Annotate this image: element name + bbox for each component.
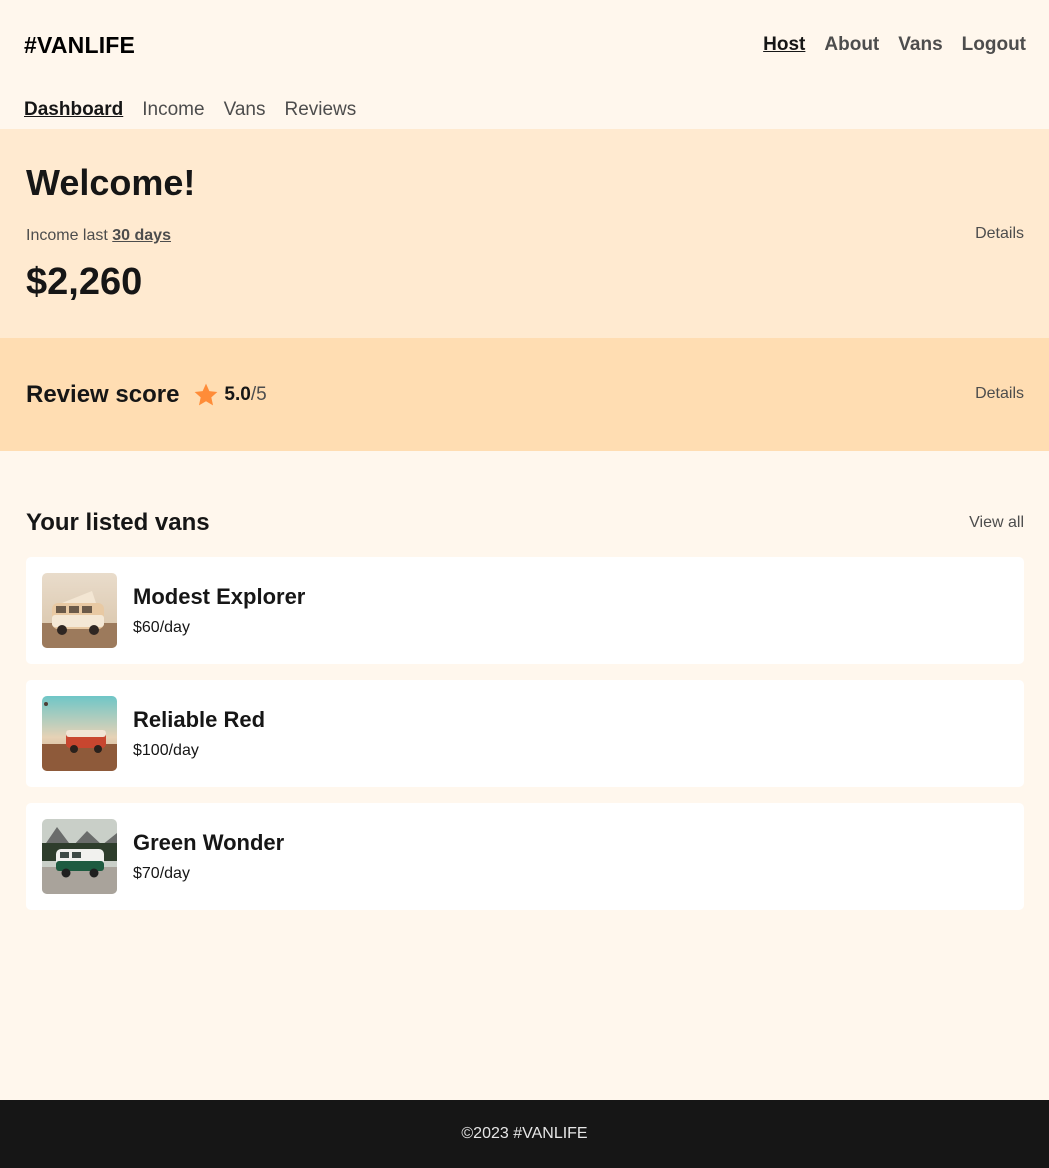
van-name: Reliable Red: [133, 707, 266, 732]
income-period: 30 days: [112, 227, 171, 244]
host-nav: Dashboard Income Vans Reviews: [0, 90, 1049, 129]
van-info: Green Wonder $70/day: [133, 830, 284, 883]
site-footer: ©2023 #VANLIFE: [0, 1100, 1049, 1168]
host-nav-dashboard[interactable]: Dashboard: [24, 99, 123, 129]
van-image: [42, 696, 117, 771]
van-card-green-wonder[interactable]: Green Wonder $70/day: [26, 803, 1024, 910]
site-header: #VANLIFE Host About Vans Logout: [0, 0, 1049, 90]
welcome-section: Welcome! Income last 30 days $2,260 Deta…: [0, 129, 1049, 338]
van-info: Modest Explorer $60/day: [133, 584, 305, 637]
score-value: 5.0: [224, 383, 251, 405]
van-price: $100/day: [133, 742, 199, 759]
review-details-link[interactable]: Details: [975, 385, 1024, 403]
nav-link-logout[interactable]: Logout: [962, 34, 1026, 56]
income-details-link[interactable]: Details: [975, 225, 1024, 243]
listed-vans-section: Your listed vans View all Modest Explore…: [0, 451, 1049, 910]
income-amount: $2,260: [26, 261, 143, 303]
welcome-title: Welcome!: [26, 162, 196, 203]
van-info: Reliable Red $100/day: [133, 707, 265, 760]
review-score: 5.0/5: [224, 384, 266, 406]
van-image: [42, 819, 117, 894]
host-nav-reviews[interactable]: Reviews: [284, 99, 356, 129]
host-nav-income[interactable]: Income: [142, 99, 204, 129]
nav-link-vans[interactable]: Vans: [898, 34, 942, 56]
review-score-title: Review score: [26, 380, 180, 408]
main-nav: Host About Vans Logout: [763, 34, 1026, 56]
score-out-of: /5: [250, 383, 267, 405]
footer-text: ©2023 #VANLIFE: [461, 1125, 588, 1142]
income-prefix: Income last: [26, 227, 113, 244]
van-name: Modest Explorer: [133, 584, 306, 609]
van-image: [42, 573, 117, 648]
nav-link-host[interactable]: Host: [763, 34, 805, 56]
listed-vans-title: Your listed vans: [26, 509, 210, 536]
van-name: Green Wonder: [133, 830, 285, 855]
income-caption: Income last 30 days: [26, 227, 1024, 245]
nav-link-about[interactable]: About: [824, 34, 879, 56]
listed-vans-header: Your listed vans View all: [26, 509, 1024, 537]
site-logo[interactable]: #VANLIFE: [24, 32, 135, 59]
view-all-link[interactable]: View all: [969, 514, 1024, 532]
van-card-modest-explorer[interactable]: Modest Explorer $60/day: [26, 557, 1024, 664]
van-price: $60/day: [133, 619, 190, 636]
van-card-reliable-red[interactable]: Reliable Red $100/day: [26, 680, 1024, 787]
host-nav-vans[interactable]: Vans: [224, 99, 266, 129]
van-price: $70/day: [133, 865, 190, 882]
review-section: Review score 5.0/5 Details: [0, 338, 1049, 451]
star-icon: [193, 382, 219, 408]
